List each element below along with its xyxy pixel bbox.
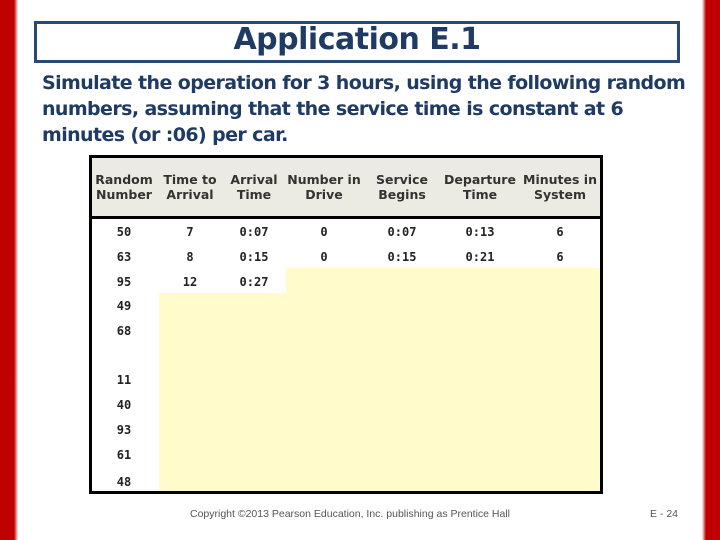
table-cell	[520, 472, 600, 491]
table-cell	[364, 445, 440, 465]
table-cell: 0	[320, 225, 328, 239]
table-cell	[520, 272, 600, 292]
slide-border-right	[702, 0, 720, 540]
table-cell	[440, 370, 520, 390]
table-cell: 0:07	[387, 225, 417, 239]
header-random-number: Random Number	[95, 172, 153, 202]
table-cell: 0:15	[239, 250, 269, 264]
table-cell	[440, 472, 520, 491]
header-service-begins: Service Begins	[376, 172, 428, 202]
table-cell	[156, 321, 224, 341]
table-cell	[364, 420, 440, 440]
table-cell	[224, 395, 284, 415]
table-cell	[156, 370, 224, 390]
table-cell	[364, 370, 440, 390]
table-cell	[440, 420, 520, 440]
table-cell: 68	[116, 324, 132, 338]
table-cell	[224, 445, 284, 465]
table-cell: 6	[556, 225, 564, 239]
table-cell	[520, 445, 600, 465]
slide-title: Application E.1	[233, 21, 481, 57]
table-cell	[284, 395, 364, 415]
table-cell	[520, 395, 600, 415]
table-cell	[520, 296, 600, 316]
header-departure-time: Departure Time	[444, 172, 516, 202]
table-cell	[284, 321, 364, 341]
table-cell	[284, 370, 364, 390]
table-cell	[224, 296, 284, 316]
table-cell	[440, 321, 520, 341]
table-cell	[364, 296, 440, 316]
table-cell: 93	[116, 423, 132, 437]
table-cell	[156, 296, 224, 316]
table-cell	[156, 472, 224, 491]
table-cell: 95	[116, 275, 132, 289]
table-cell	[440, 296, 520, 316]
table-cell: 6	[556, 250, 564, 264]
table-cell: 0:13	[465, 225, 495, 239]
table-cell	[520, 370, 600, 390]
table-cell: 40	[116, 398, 132, 412]
table-cell	[224, 472, 284, 491]
table-cell	[520, 420, 600, 440]
table-cell	[224, 321, 284, 341]
table-cell	[156, 395, 224, 415]
table-cell	[284, 272, 364, 292]
table-cell	[224, 420, 284, 440]
title-box: Application E.1	[34, 21, 680, 63]
table-cell	[364, 472, 440, 491]
table-cell	[284, 472, 364, 491]
table-cell: 0:21	[465, 250, 495, 264]
simulation-table: Random Number Time to Arrival Arrival Ti…	[89, 155, 603, 494]
table-cell: 7	[186, 225, 194, 239]
table-cell: 0:27	[239, 275, 269, 289]
slide-border-left	[0, 0, 18, 540]
table-cell	[156, 445, 224, 465]
table-cell	[440, 395, 520, 415]
table-cell	[224, 370, 284, 390]
table-cell: 0:07	[239, 225, 269, 239]
table-cell	[284, 420, 364, 440]
table-cell: 50	[116, 225, 132, 239]
table-cell: 0	[320, 250, 328, 264]
table-cell: 12	[182, 275, 198, 289]
table-header-row: Random Number Time to Arrival Arrival Ti…	[92, 158, 600, 219]
page-number: E - 24	[650, 508, 679, 520]
table-cell	[364, 321, 440, 341]
header-minutes-in-system: Minutes in System	[523, 172, 597, 202]
header-arrival-time: Arrival Time	[230, 172, 278, 202]
copyright-footer: Copyright ©2013 Pearson Education, Inc. …	[190, 508, 511, 520]
table-cell: 63	[116, 250, 132, 264]
table-cell: 48	[116, 475, 132, 489]
table-cell	[440, 272, 520, 292]
table-cell	[520, 321, 600, 341]
table-cell: 61	[116, 448, 132, 462]
header-time-to-arrival: Time to Arrival	[163, 172, 217, 202]
table-cell: 11	[116, 373, 132, 387]
table-cell	[440, 445, 520, 465]
table-cell: 8	[186, 250, 194, 264]
table-cell: 0:15	[387, 250, 417, 264]
table-cell	[364, 272, 440, 292]
intro-text: Simulate the operation for 3 hours, usin…	[42, 72, 686, 146]
table-cell	[284, 445, 364, 465]
table-cell: 49	[116, 299, 132, 313]
table-cell	[364, 395, 440, 415]
header-number-in-drive: Number in Drive	[287, 172, 361, 202]
table-cell	[156, 420, 224, 440]
table-cell	[284, 296, 364, 316]
